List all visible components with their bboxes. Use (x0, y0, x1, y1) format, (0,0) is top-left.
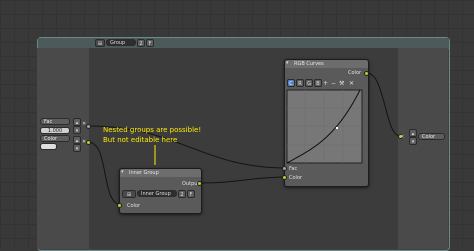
remove-output-icon[interactable]: ✕ (400, 134, 404, 140)
curve-point (336, 127, 338, 129)
move-down-icon[interactable]: ▾ (409, 137, 417, 145)
curve-editor[interactable] (0, 0, 474, 249)
curves-color-socket[interactable] (282, 175, 287, 180)
curves-color-label: Color (289, 175, 303, 181)
color-output-label[interactable]: Color (418, 133, 445, 140)
move-up-icon[interactable]: ▴ (409, 129, 417, 137)
curves-fac-socket[interactable] (282, 166, 287, 171)
curves-fac-label: Fac (289, 166, 298, 172)
